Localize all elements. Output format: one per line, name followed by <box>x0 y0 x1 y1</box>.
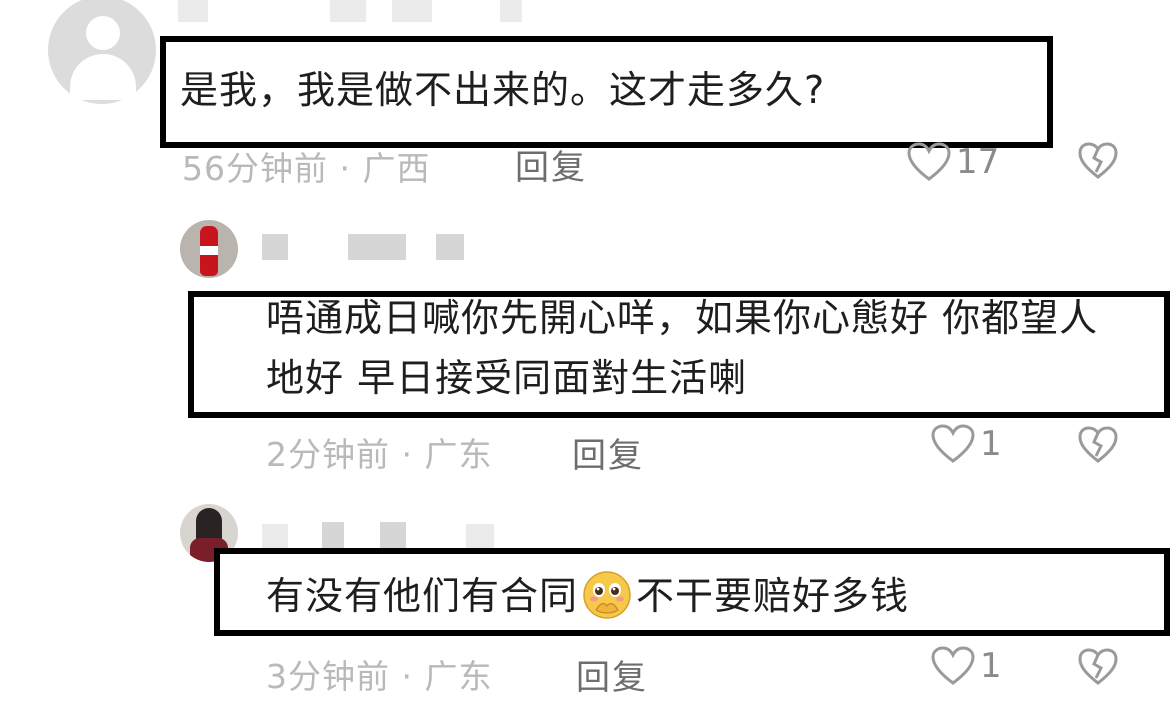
broken-heart-icon <box>1078 426 1118 463</box>
dislike-button[interactable] <box>1078 142 1118 180</box>
username-redacted <box>500 0 522 22</box>
reply-button[interactable]: 回复 <box>515 140 587 189</box>
comment-meta: 2分钟前 · 广东 <box>266 428 492 476</box>
comment-location: 广东 <box>424 435 493 474</box>
comment-time: 3分钟前 <box>266 657 390 696</box>
like-button[interactable]: 1 <box>930 424 1002 464</box>
comment-3: 有没有他们有合同 不干要赔好多钱 3分钟前 · 广东 回复 1 <box>0 490 1170 713</box>
heart-outline-icon <box>931 646 975 685</box>
reply-button[interactable]: 回复 <box>572 428 644 477</box>
like-count: 1 <box>980 424 1002 464</box>
reply-button[interactable]: 回复 <box>576 650 648 699</box>
broken-heart-icon <box>1078 142 1118 179</box>
username-redacted <box>178 0 208 22</box>
comment-location: 广东 <box>424 657 493 696</box>
comment-2: 唔通成日喊你先開心咩，如果你心態好 你都望人地好 早日接受同面對生活喇 2分钟前… <box>0 210 1170 480</box>
username-redacted <box>466 524 494 548</box>
like-count: 17 <box>956 142 1000 182</box>
username-redacted <box>262 524 288 548</box>
meta-separator: · <box>390 435 425 474</box>
heart-outline-icon <box>931 424 975 463</box>
like-button[interactable]: 1 <box>930 646 1002 686</box>
comment-text: 有没有他们有合同 不干要赔好多钱 <box>266 566 909 626</box>
username-redacted <box>392 0 432 22</box>
comment-text-part: 有没有他们有合同 <box>266 574 579 618</box>
avatar[interactable] <box>180 220 238 278</box>
username-redacted <box>436 234 464 260</box>
comment-text-part: 不干要赔好多钱 <box>636 574 910 618</box>
like-count: 1 <box>980 646 1002 686</box>
comment-time: 2分钟前 <box>266 435 390 474</box>
comment-location: 广西 <box>362 149 431 188</box>
broken-heart-icon <box>1078 648 1118 685</box>
comment-meta: 56分钟前 · 广西 <box>182 142 430 190</box>
comment-1: 是我，我是做不出来的。这才走多久? 56分钟前 · 广西 回复 17 <box>0 0 1170 190</box>
dislike-button[interactable] <box>1078 426 1118 464</box>
avatar-shoulders-shape <box>70 54 136 100</box>
comment-text: 是我，我是做不出来的。这才走多久? <box>180 68 826 112</box>
username-redacted <box>330 0 366 22</box>
pleading-face-emoji <box>583 570 631 619</box>
meta-separator: · <box>390 657 425 696</box>
username-redacted <box>262 234 288 260</box>
avatar-label-shape <box>200 246 218 255</box>
username-redacted <box>380 522 406 548</box>
comment-text: 唔通成日喊你先開心咩，如果你心態好 你都望人地好 早日接受同面對生活喇 <box>266 296 1099 400</box>
comment-time: 56分钟前 <box>182 149 328 188</box>
comment-meta: 3分钟前 · 广东 <box>266 650 492 698</box>
meta-separator: · <box>328 149 363 188</box>
heart-outline-icon <box>907 142 951 181</box>
username-redacted <box>322 522 344 548</box>
like-button[interactable]: 17 <box>906 142 999 182</box>
avatar[interactable] <box>48 0 156 104</box>
dislike-button[interactable] <box>1078 648 1118 686</box>
username-redacted <box>348 234 406 260</box>
avatar-head-shape <box>86 16 120 50</box>
